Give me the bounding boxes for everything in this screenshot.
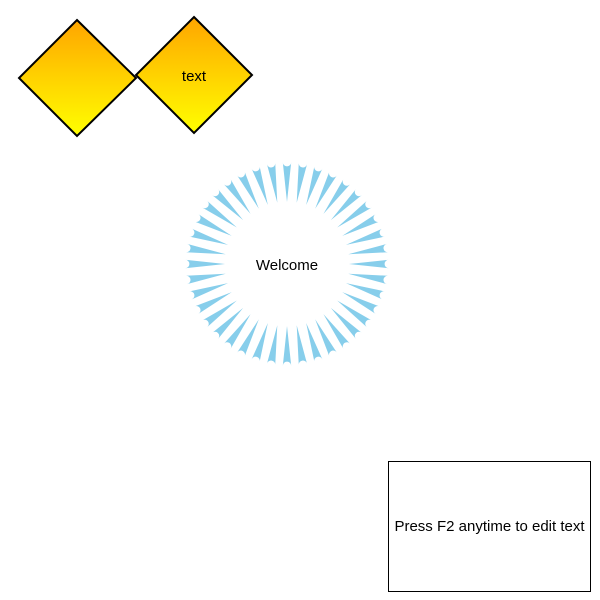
text-box-shape[interactable]: Press F2 anytime to edit text bbox=[388, 461, 591, 592]
diagram-canvas[interactable]: text Welcome Press F2 anytime to edit te… bbox=[0, 0, 600, 600]
diamond-shape-left[interactable] bbox=[17, 18, 138, 138]
starburst-label: Welcome bbox=[256, 257, 318, 274]
diamond-right-label: text bbox=[182, 68, 207, 85]
starburst-shape[interactable]: Welcome bbox=[185, 162, 389, 366]
diamond-shape-right[interactable]: text bbox=[134, 15, 254, 135]
text-box-label: Press F2 anytime to edit text bbox=[394, 518, 585, 535]
